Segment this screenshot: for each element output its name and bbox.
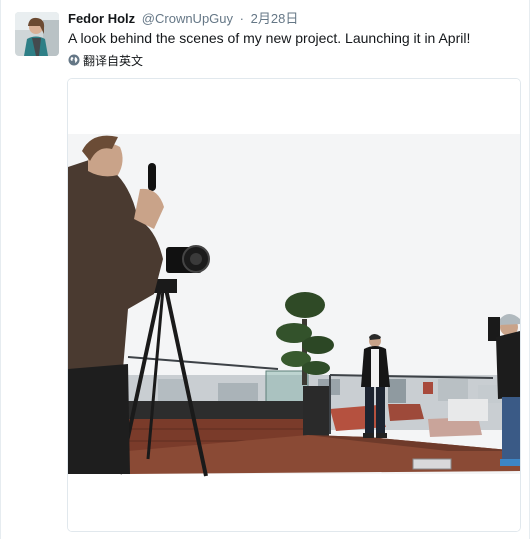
tweet-text: A look behind the scenes of my new proje… <box>68 30 471 46</box>
tweet-header: Fedor Holz @CrownUpGuy · 2月28日 <box>68 11 298 27</box>
tweet-photo[interactable] <box>67 78 521 532</box>
author-name[interactable]: Fedor Holz <box>68 11 135 26</box>
separator-dot: · <box>239 11 244 26</box>
author-handle[interactable]: @CrownUpGuy <box>142 11 233 26</box>
tweet-card: Fedor Holz @CrownUpGuy · 2月28日 A look be… <box>0 0 530 539</box>
tweet-date[interactable]: 2月28日 <box>251 11 299 26</box>
translate-label: 翻译自英文 <box>83 53 144 68</box>
translate-link[interactable]: 翻译自英文 <box>68 52 143 68</box>
globe-icon <box>68 54 80 66</box>
avatar[interactable] <box>15 12 59 56</box>
